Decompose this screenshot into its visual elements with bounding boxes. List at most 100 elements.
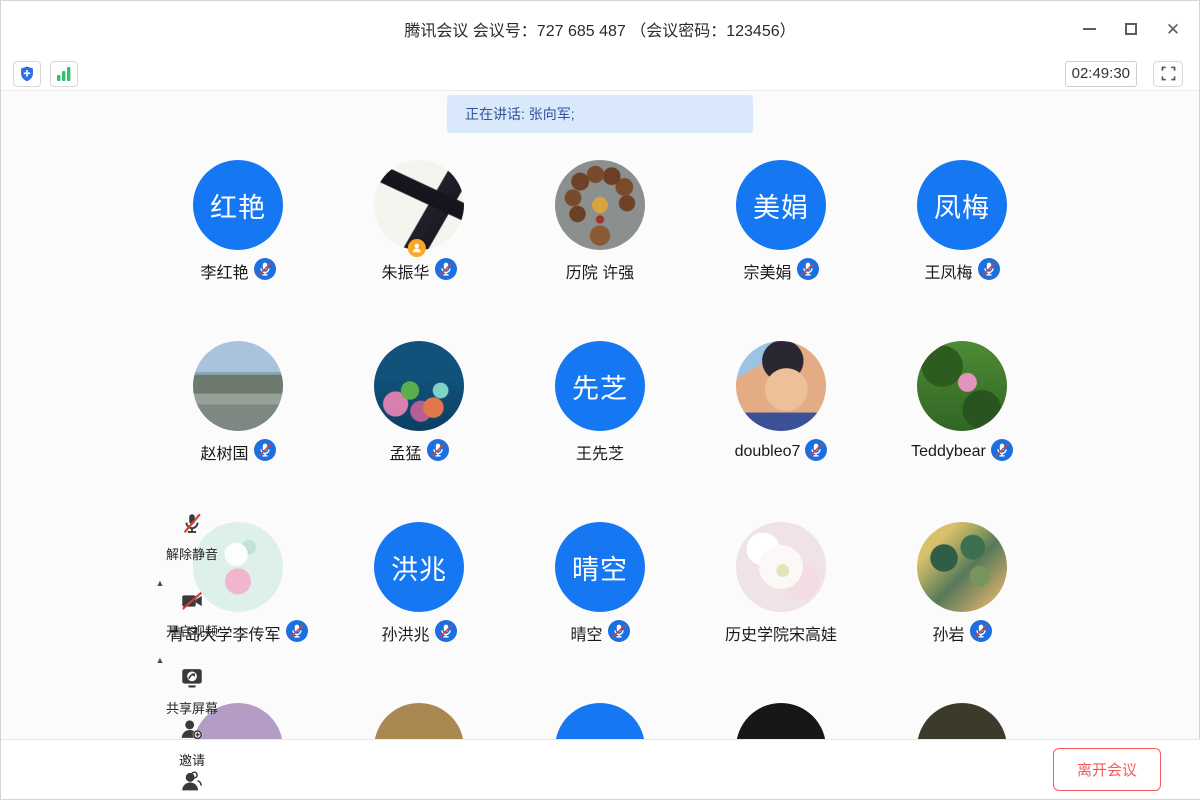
toolbar-item-label: 解除静音	[166, 544, 218, 563]
participant-name: 王先芝	[576, 440, 624, 464]
participant-name: 赵树国	[200, 440, 248, 464]
avatar	[374, 160, 464, 250]
participant-card-partial[interactable]	[872, 703, 1053, 741]
active-speaker-banner: 正在讲话: 张向军;	[447, 95, 753, 133]
mic-muted-icon	[978, 258, 1000, 285]
participant-card[interactable]: 凤梅 王凤梅	[872, 160, 1053, 341]
mic-muted-icon	[608, 620, 630, 647]
avatar	[917, 341, 1007, 431]
participant-card[interactable]: doubleo7	[691, 341, 872, 522]
participant-name: doubleo7	[735, 443, 801, 461]
participant-card[interactable]: 历院 许强	[510, 160, 691, 341]
mic-muted-icon	[991, 439, 1013, 466]
avatar: 美娟	[736, 160, 826, 250]
avatar	[374, 341, 464, 431]
participant-card[interactable]: 晴空 晴空	[510, 522, 691, 703]
mic-muted-icon	[970, 620, 992, 647]
toolbar-item-start-video[interactable]: 开启视频	[166, 588, 218, 640]
meeting-security-button[interactable]	[13, 61, 41, 87]
participant-name: 历院 许强	[566, 259, 634, 283]
mic-muted-icon	[805, 439, 827, 466]
meeting-timer: 02:49:30	[1065, 61, 1137, 87]
toolbar-item-unmute-expand-arrow[interactable]: ▲	[153, 578, 167, 588]
avatar	[736, 522, 826, 612]
mic-muted-icon	[797, 258, 819, 285]
participant-card[interactable]: 朱振华	[329, 160, 510, 341]
participant-card[interactable]: 孙岩	[872, 522, 1053, 703]
status-bar: 02:49:30	[1, 57, 1199, 91]
camera-off-icon	[179, 588, 205, 619]
participant-card[interactable]: Teddybear	[872, 341, 1053, 522]
mic-muted-icon	[286, 620, 308, 647]
avatar: 先芝	[555, 341, 645, 431]
toolbar-item-label: 开启视频	[166, 621, 218, 640]
chevron-up-icon: ▲	[156, 578, 165, 588]
fullscreen-icon	[1161, 66, 1176, 81]
participant-name: 宗美娟	[743, 259, 791, 283]
participant-name: 李红艳	[200, 259, 248, 283]
invite-person-icon	[179, 717, 205, 748]
mic-muted-icon	[427, 439, 449, 466]
toolbar-item-label: 邀请	[179, 750, 205, 769]
participant-card[interactable]: 美娟 宗美娟	[691, 160, 872, 341]
avatar	[917, 703, 1007, 741]
mic-muted-icon	[254, 258, 276, 285]
toolbar-item-invite[interactable]: 邀请	[166, 717, 218, 769]
minimize-icon	[1083, 28, 1096, 30]
mic-muted-icon	[179, 511, 205, 542]
mic-muted-icon	[435, 620, 457, 647]
participant-name: 孙岩	[932, 621, 964, 645]
window-title: 腾讯会议 会议号：727 685 487 （会议密码：123456）	[404, 17, 795, 41]
close-icon: ✕	[1166, 21, 1180, 38]
network-quality-button[interactable]	[50, 61, 78, 87]
participant-name: 朱振华	[381, 259, 429, 283]
host-badge-icon	[408, 239, 426, 257]
members-icon	[179, 769, 205, 800]
avatar	[736, 703, 826, 741]
avatar: 红艳	[193, 160, 283, 250]
participant-card-partial[interactable]	[510, 703, 691, 741]
participant-name: Teddybear	[911, 443, 986, 461]
fullscreen-button[interactable]	[1153, 61, 1183, 87]
participant-card-partial[interactable]	[691, 703, 872, 741]
minimize-button[interactable]	[1075, 15, 1103, 43]
network-signal-icon	[55, 66, 73, 82]
avatar	[555, 160, 645, 250]
participant-name: 晴空	[570, 621, 602, 645]
mic-muted-icon	[435, 258, 457, 285]
participant-card[interactable]: 先芝 王先芝	[510, 341, 691, 522]
participant-card[interactable]: 赵树国	[148, 341, 329, 522]
avatar	[917, 522, 1007, 612]
chevron-up-icon: ▲	[156, 655, 165, 665]
participant-card[interactable]: 孟猛	[329, 341, 510, 522]
avatar: 晴空	[555, 522, 645, 612]
bottom-toolbar: 解除静音▲ 开启视频▲ 共享屏幕 邀请 成员(29) 聊天	[1, 739, 1200, 799]
avatar	[736, 341, 826, 431]
active-speaker-text: 正在讲话: 张向军;	[465, 104, 575, 124]
participant-card[interactable]: 洪兆 孙洪兆	[329, 522, 510, 703]
leave-meeting-button[interactable]: 离开会议	[1053, 748, 1161, 791]
toolbar-item-members[interactable]: 成员(29)	[166, 769, 218, 800]
avatar: 洪兆	[374, 522, 464, 612]
close-button[interactable]: ✕	[1159, 15, 1187, 43]
toolbar-item-label: 共享屏幕	[166, 698, 218, 717]
participant-name: 孟猛	[389, 440, 421, 464]
participant-name: 历史学院宋高娃	[725, 621, 837, 645]
mic-muted-icon	[254, 439, 276, 466]
avatar	[374, 703, 464, 741]
maximize-button[interactable]	[1117, 15, 1145, 43]
avatar	[555, 703, 645, 741]
participant-card-partial[interactable]	[329, 703, 510, 741]
maximize-icon	[1125, 23, 1137, 35]
screen-share-icon	[179, 665, 205, 696]
title-bar: 腾讯会议 会议号：727 685 487 （会议密码：123456） ✕	[1, 1, 1199, 57]
participant-name: 孙洪兆	[381, 621, 429, 645]
toolbar-item-start-video-expand-arrow[interactable]: ▲	[153, 655, 167, 665]
toolbar-item-unmute[interactable]: 解除静音	[166, 511, 218, 563]
window-controls: ✕	[1075, 1, 1187, 57]
participant-card[interactable]: 红艳 李红艳	[148, 160, 329, 341]
avatar	[193, 341, 283, 431]
participant-card[interactable]: 历史学院宋高娃	[691, 522, 872, 703]
toolbar-item-share-screen[interactable]: 共享屏幕	[166, 665, 218, 717]
participant-name: 王凤梅	[924, 259, 972, 283]
